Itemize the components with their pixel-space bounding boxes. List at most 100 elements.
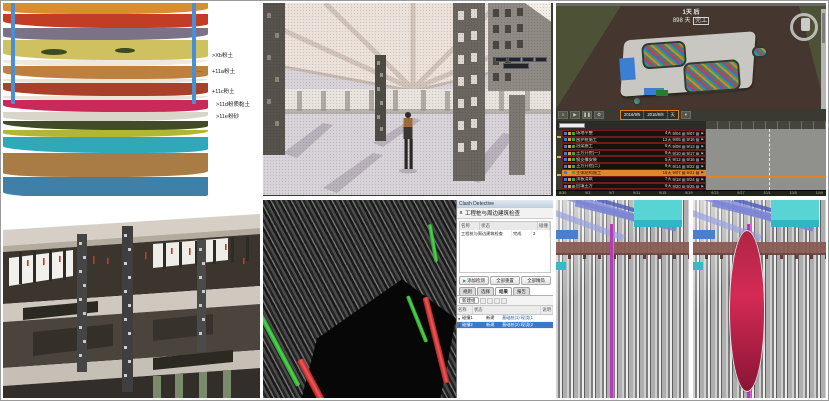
pile-comparison-panel — [556, 200, 826, 398]
date-range-control[interactable]: 2016/9/5 2016/9/8 天 — [620, 110, 679, 120]
calendar-icon: ▦ — [682, 164, 686, 169]
task-end: 9/22 — [686, 164, 694, 169]
task-row[interactable]: 冠梁施工 6天 9/08 ▦ 9/13 ▦ ⚑ — [562, 143, 706, 150]
collapse-icon[interactable]: ∧ — [459, 210, 463, 216]
task-row[interactable]: 钢支撑安装 5天 9/12 ▦ 9/16 ▦ ⚑ — [562, 156, 706, 163]
calendar-icon: ▦ — [696, 164, 700, 169]
pile-view-after[interactable] — [693, 200, 826, 398]
results-header: 说明 — [541, 306, 553, 314]
task-link-icon — [568, 178, 571, 181]
task-duration: 6天 — [665, 183, 672, 189]
strata-layer — [3, 40, 208, 60]
overlay-button-wide[interactable] — [503, 63, 529, 69]
clash-status: 新建 — [485, 322, 501, 328]
date-tick: 9/7 — [609, 191, 614, 196]
task-name: 钢支撑安装 — [576, 157, 664, 163]
date-from[interactable]: 2016/9/5 — [621, 111, 644, 119]
test-name: 工程桩与周边建筑检查 — [465, 209, 520, 217]
hud-line1: 1天 后 — [556, 10, 826, 18]
task-end: 9/25 — [686, 184, 694, 189]
date-to[interactable]: 2016/9/8 — [644, 111, 667, 119]
task-row[interactable]: 主体结构施工 15天 9/07 ▦ 9/21 ▦ ⚑ — [562, 170, 706, 177]
task-name: 土方开挖(二) — [576, 163, 664, 169]
clash-tab[interactable]: 规则 — [459, 287, 476, 295]
task-end: 9/13 — [686, 144, 694, 149]
date-tick: 10/5 — [789, 191, 796, 196]
clash-description: 基础桩(2):现浇(2 — [501, 322, 553, 328]
task-filter-input[interactable] — [559, 123, 585, 128]
unit-select[interactable]: 天 — [668, 111, 678, 119]
clash-tab[interactable]: 选择 — [477, 287, 494, 295]
summary-row[interactable]: 工程桩与周边建筑检查 完成 3 — [460, 230, 550, 238]
task-start: 9/07 — [673, 170, 681, 175]
play-button[interactable]: ▶ — [570, 111, 580, 119]
pause-button[interactable]: ❚❚ — [582, 111, 592, 119]
task-start: 9/20 — [673, 184, 681, 189]
task-link-icon — [568, 138, 571, 141]
group-tool-icon[interactable] — [494, 298, 500, 304]
overlay-button[interactable] — [495, 57, 507, 62]
group-tool-icon[interactable] — [501, 298, 507, 304]
play-icon: ▶ — [463, 278, 466, 283]
clash-detection-panel: Clash Detective ∧ 工程桩与周边建筑检查 名称状态碰撞 工程桩与… — [263, 200, 553, 398]
task-row[interactable]: 土方开挖(一) 8天 9/10 ▦ 9/17 ▦ ⚑ — [562, 150, 706, 157]
strata-label: +11c粉土 — [212, 87, 235, 95]
strata-layer — [3, 137, 208, 153]
gear-button[interactable]: ⚙ — [594, 111, 604, 119]
task-start: 9/12 — [673, 157, 681, 162]
group-tool-icon[interactable] — [480, 298, 486, 304]
navigation-compass[interactable] — [790, 13, 818, 41]
lattice-column — [197, 240, 206, 352]
calendar-icon: ▦ — [682, 131, 686, 136]
menu-button[interactable]: ≡ — [558, 111, 568, 119]
task-link-icon — [568, 145, 571, 148]
task-row[interactable]: 回填土方 6天 9/20 ▦ 9/25 ▦ ⚑ — [562, 183, 706, 190]
vertical-scrollbar[interactable] — [821, 9, 826, 109]
calendar-icon: ▦ — [696, 170, 700, 175]
calendar-icon: ▦ — [682, 151, 686, 156]
date-tick: 9/23 — [711, 191, 718, 196]
add-test-button[interactable]: ▶ 添加检测 — [459, 276, 489, 285]
task-row[interactable]: 围护桩施工 12天 9/05 ▦ 9/16 ▦ ⚑ — [562, 137, 706, 144]
dropdown-button[interactable]: ▾ — [681, 111, 691, 119]
task-type-icon — [564, 138, 567, 141]
test-header[interactable]: ∧ 工程桩与周边建筑检查 — [457, 208, 553, 219]
date-tick: 10/1 — [763, 191, 770, 196]
overlay-button[interactable] — [535, 57, 547, 62]
results-toolbar: 新建组 — [457, 295, 553, 305]
hud-suffix: 完工 — [693, 17, 709, 25]
task-type-icon — [564, 152, 567, 155]
clash-result-row[interactable]: ● 碰撞2 新建 基础桩(2):现浇(2 — [457, 322, 553, 329]
task-row[interactable]: 顶板浇筑 7天 9/18 ▦ 9/24 ▦ ⚑ — [562, 176, 706, 183]
calendar-icon: ▦ — [696, 184, 700, 189]
calendar-icon: ▦ — [682, 184, 686, 189]
compact-all-button[interactable]: 全部精简 — [521, 276, 551, 285]
date-tick: 10/9 — [816, 191, 823, 196]
date-tick: 8/30 — [559, 191, 566, 196]
clash-result-row[interactable]: ● 碰撞1 新建 基础桩(1):现浇(1 — [457, 315, 553, 322]
sim-viewport[interactable]: 1天 后 898 天 完工 — [556, 6, 826, 109]
task-type-icon — [564, 158, 567, 161]
cyan-deck — [771, 200, 819, 220]
strata-label: >11d粉质黏土 — [216, 100, 250, 108]
clash-detective-window: Clash Detective ∧ 工程桩与周边建筑检查 名称状态碰撞 工程桩与… — [456, 200, 553, 398]
reset-all-button[interactable]: 全部重置 — [490, 276, 520, 285]
structure-canvas[interactable] — [3, 200, 260, 398]
clash-tab[interactable]: 结果 — [495, 287, 512, 295]
overlay-button[interactable] — [508, 57, 520, 62]
teal-element — [556, 262, 566, 270]
group-tool-icon[interactable] — [487, 298, 493, 304]
clash-viewport[interactable] — [263, 200, 456, 398]
task-row[interactable]: 土方开挖(二) 9天 9/14 ▦ 9/22 ▦ ⚑ — [562, 163, 706, 170]
task-row[interactable]: 场地平整 4天 9/04 ▦ 9/07 ▦ ⚑ — [562, 130, 706, 137]
task-end: 9/07 — [686, 131, 694, 136]
clash-tab[interactable]: 报告 — [513, 287, 530, 295]
station-render-canvas[interactable] — [263, 3, 553, 196]
strata-layer — [3, 153, 208, 177]
strata-layer — [3, 66, 208, 79]
task-table: 场地平整 4天 9/04 ▦ 9/07 ▦ ⚑ 围护桩施工 12天 — [562, 130, 706, 190]
overlay-button[interactable] — [522, 57, 534, 62]
pile-view-before[interactable] — [556, 200, 689, 398]
gantt-chart-area[interactable] — [706, 129, 826, 190]
new-group-button[interactable]: 新建组 — [459, 297, 479, 304]
